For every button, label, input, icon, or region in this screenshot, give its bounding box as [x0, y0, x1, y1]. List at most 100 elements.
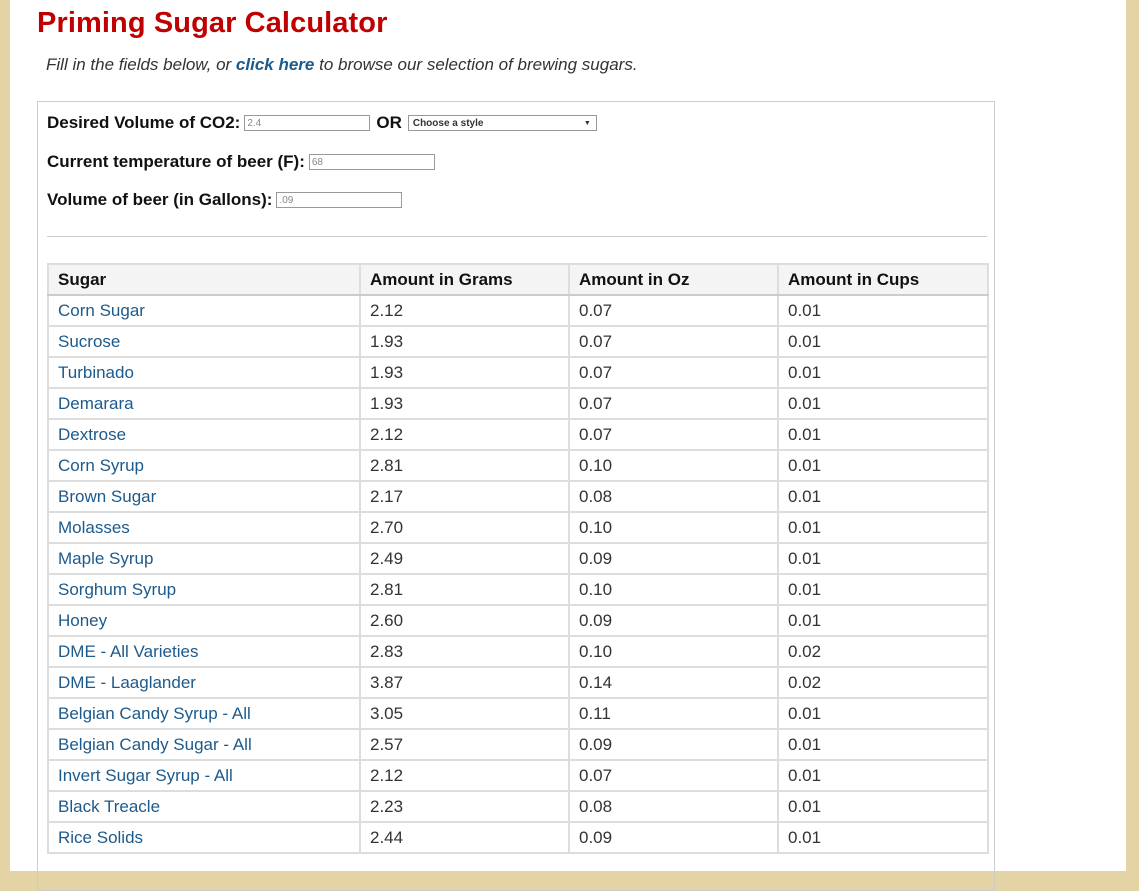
co2-row: Desired Volume of CO2: OR Choose a style… — [47, 113, 597, 133]
table-row: Brown Sugar 2.17 0.08 0.01 — [47, 480, 989, 513]
sugar-name-cell[interactable]: Sucrose — [47, 325, 361, 358]
grams-cell: 1.93 — [359, 356, 570, 389]
grams-cell: 2.23 — [359, 790, 570, 823]
table-row: DME - All Varieties 2.83 0.10 0.02 — [47, 635, 989, 668]
column-header-cups: Amount in Cups — [777, 263, 989, 296]
grams-cell: 3.05 — [359, 697, 570, 730]
oz-cell: 0.09 — [568, 604, 779, 637]
grams-cell: 3.87 — [359, 666, 570, 699]
table-row: Turbinado 1.93 0.07 0.01 — [47, 356, 989, 389]
oz-cell: 0.14 — [568, 666, 779, 699]
sugar-name-cell[interactable]: Belgian Candy Syrup - All — [47, 697, 361, 730]
cups-cell: 0.02 — [777, 666, 989, 699]
sugar-name-cell[interactable]: Corn Sugar — [47, 294, 361, 327]
sugar-name-cell[interactable]: Invert Sugar Syrup - All — [47, 759, 361, 792]
oz-cell: 0.07 — [568, 356, 779, 389]
oz-cell: 0.09 — [568, 728, 779, 761]
table-header-row: Sugar Amount in Grams Amount in Oz Amoun… — [47, 263, 989, 296]
grams-cell: 2.17 — [359, 480, 570, 513]
oz-cell: 0.09 — [568, 542, 779, 575]
cups-cell: 0.01 — [777, 790, 989, 823]
volume-row: Volume of beer (in Gallons): — [47, 190, 403, 210]
table-row: Rice Solids 2.44 0.09 0.01 — [47, 821, 989, 854]
grams-cell: 2.60 — [359, 604, 570, 637]
cups-cell: 0.01 — [777, 356, 989, 389]
cups-cell: 0.01 — [777, 325, 989, 358]
column-header-oz: Amount in Oz — [568, 263, 779, 296]
cups-cell: 0.01 — [777, 511, 989, 544]
sugar-name-cell[interactable]: DME - Laaglander — [47, 666, 361, 699]
table-row: Belgian Candy Sugar - All 2.57 0.09 0.01 — [47, 728, 989, 761]
co2-volume-input[interactable] — [244, 115, 371, 131]
table-row: Black Treacle 2.23 0.08 0.01 — [47, 790, 989, 823]
grams-cell: 2.81 — [359, 449, 570, 482]
grams-cell: 2.70 — [359, 511, 570, 544]
grams-cell: 2.49 — [359, 542, 570, 575]
sugar-name-cell[interactable]: Demarara — [47, 387, 361, 420]
table-row: Demarara 1.93 0.07 0.01 — [47, 387, 989, 420]
grams-cell: 2.12 — [359, 294, 570, 327]
sugar-name-cell[interactable]: Sorghum Syrup — [47, 573, 361, 606]
sugar-name-cell[interactable]: Turbinado — [47, 356, 361, 389]
cups-cell: 0.01 — [777, 449, 989, 482]
oz-cell: 0.10 — [568, 511, 779, 544]
table-row: Belgian Candy Syrup - All 3.05 0.11 0.01 — [47, 697, 989, 730]
grams-cell: 1.93 — [359, 325, 570, 358]
cups-cell: 0.01 — [777, 418, 989, 451]
table-row: Invert Sugar Syrup - All 2.12 0.07 0.01 — [47, 759, 989, 792]
intro-text-after: to browse our selection of brewing sugar… — [314, 55, 638, 74]
sugar-name-cell[interactable]: Molasses — [47, 511, 361, 544]
oz-cell: 0.08 — [568, 480, 779, 513]
grams-cell: 2.44 — [359, 821, 570, 854]
oz-cell: 0.07 — [568, 387, 779, 420]
co2-label: Desired Volume of CO2: — [47, 113, 241, 132]
cups-cell: 0.01 — [777, 697, 989, 730]
temperature-row: Current temperature of beer (F): — [47, 152, 435, 172]
divider — [47, 236, 987, 237]
cups-cell: 0.02 — [777, 635, 989, 668]
cups-cell: 0.01 — [777, 480, 989, 513]
sugar-name-cell[interactable]: Belgian Candy Sugar - All — [47, 728, 361, 761]
cups-cell: 0.01 — [777, 604, 989, 637]
sugar-name-cell[interactable]: DME - All Varieties — [47, 635, 361, 668]
sugar-name-cell[interactable]: Dextrose — [47, 418, 361, 451]
column-header-grams: Amount in Grams — [359, 263, 570, 296]
grams-cell: 2.57 — [359, 728, 570, 761]
table-row: Dextrose 2.12 0.07 0.01 — [47, 418, 989, 451]
intro-text: Fill in the fields below, or click here … — [46, 55, 638, 75]
grams-cell: 2.83 — [359, 635, 570, 668]
grams-cell: 2.12 — [359, 759, 570, 792]
volume-label: Volume of beer (in Gallons): — [47, 190, 273, 209]
oz-cell: 0.07 — [568, 325, 779, 358]
grams-cell: 2.81 — [359, 573, 570, 606]
browse-sugars-link[interactable]: click here — [236, 55, 314, 74]
cups-cell: 0.01 — [777, 542, 989, 575]
sugar-name-cell[interactable]: Rice Solids — [47, 821, 361, 854]
table-row: Sucrose 1.93 0.07 0.01 — [47, 325, 989, 358]
beer-volume-input[interactable] — [276, 192, 403, 208]
sugar-name-cell[interactable]: Honey — [47, 604, 361, 637]
oz-cell: 0.09 — [568, 821, 779, 854]
sugar-results-table: Sugar Amount in Grams Amount in Oz Amoun… — [47, 263, 989, 854]
sugar-name-cell[interactable]: Maple Syrup — [47, 542, 361, 575]
oz-cell: 0.10 — [568, 449, 779, 482]
beer-style-select-value: Choose a style — [412, 117, 484, 129]
oz-cell: 0.07 — [568, 294, 779, 327]
sugar-name-cell[interactable]: Corn Syrup — [47, 449, 361, 482]
table-row: Corn Sugar 2.12 0.07 0.01 — [47, 294, 989, 327]
sugar-name-cell[interactable]: Black Treacle — [47, 790, 361, 823]
table-row: Corn Syrup 2.81 0.10 0.01 — [47, 449, 989, 482]
cups-cell: 0.01 — [777, 759, 989, 792]
oz-cell: 0.11 — [568, 697, 779, 730]
oz-cell: 0.07 — [568, 759, 779, 792]
sugar-name-cell[interactable]: Brown Sugar — [47, 480, 361, 513]
cups-cell: 0.01 — [777, 294, 989, 327]
beer-style-select[interactable]: Choose a style ▼ — [407, 115, 597, 131]
table-row: Sorghum Syrup 2.81 0.10 0.01 — [47, 573, 989, 606]
calculator-panel: Desired Volume of CO2: OR Choose a style… — [37, 101, 995, 891]
temperature-input[interactable] — [308, 154, 435, 170]
column-header-sugar: Sugar — [47, 263, 361, 296]
grams-cell: 1.93 — [359, 387, 570, 420]
cups-cell: 0.01 — [777, 387, 989, 420]
temperature-label: Current temperature of beer (F): — [47, 152, 305, 171]
